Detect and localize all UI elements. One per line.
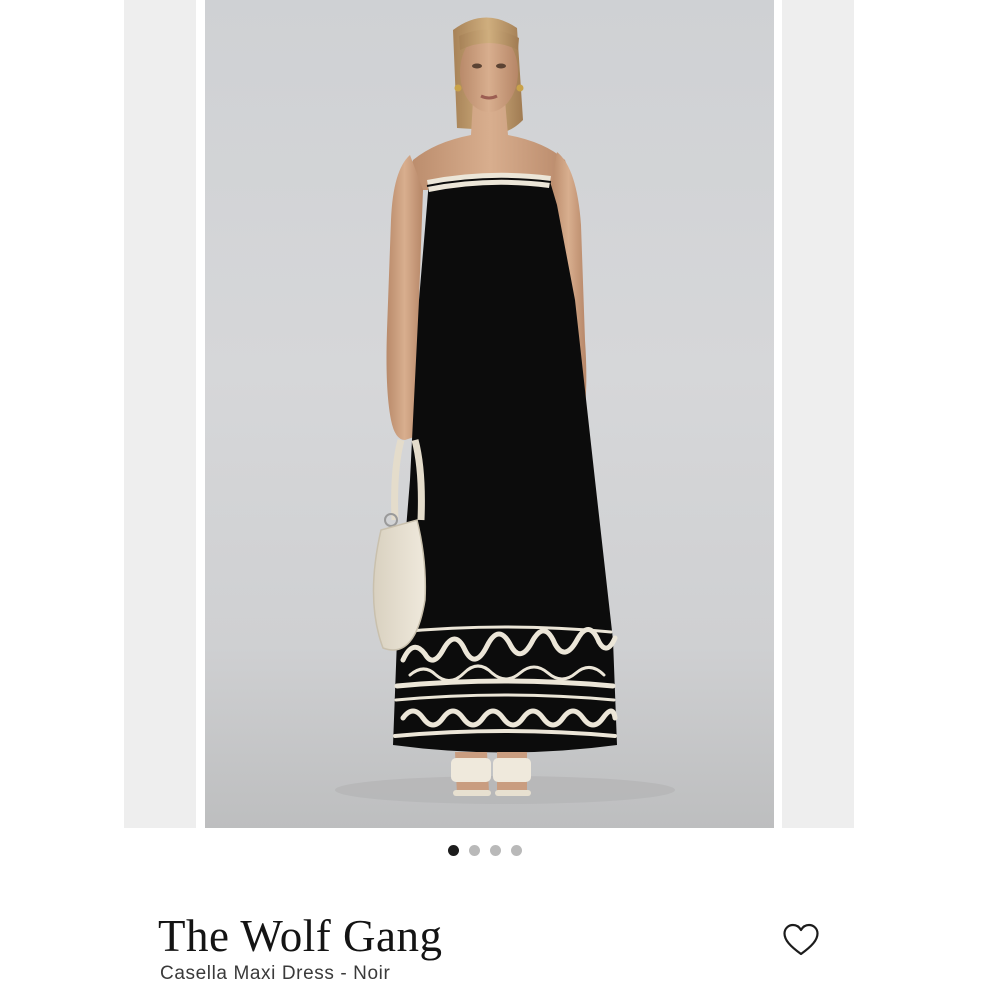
brand-name[interactable]: The Wolf Gang: [158, 910, 442, 962]
product-title: Casella Maxi Dress - Noir: [160, 963, 391, 984]
carousel-dot-3[interactable]: [490, 845, 501, 856]
next-slide-peek[interactable]: [782, 0, 854, 828]
wishlist-button[interactable]: [782, 922, 820, 958]
carousel-dot-1[interactable]: [448, 845, 459, 856]
image-carousel[interactable]: [0, 0, 1000, 828]
carousel-pagination: [448, 845, 522, 856]
carousel-dot-2[interactable]: [469, 845, 480, 856]
model-photo: [335, 17, 675, 804]
product-image[interactable]: [205, 0, 774, 828]
carousel-dot-4[interactable]: [511, 845, 522, 856]
product-page: The Wolf Gang Casella Maxi Dress - Noir: [0, 0, 1000, 1000]
heart-outline-icon: [783, 923, 819, 956]
previous-slide-peek[interactable]: [124, 0, 196, 828]
